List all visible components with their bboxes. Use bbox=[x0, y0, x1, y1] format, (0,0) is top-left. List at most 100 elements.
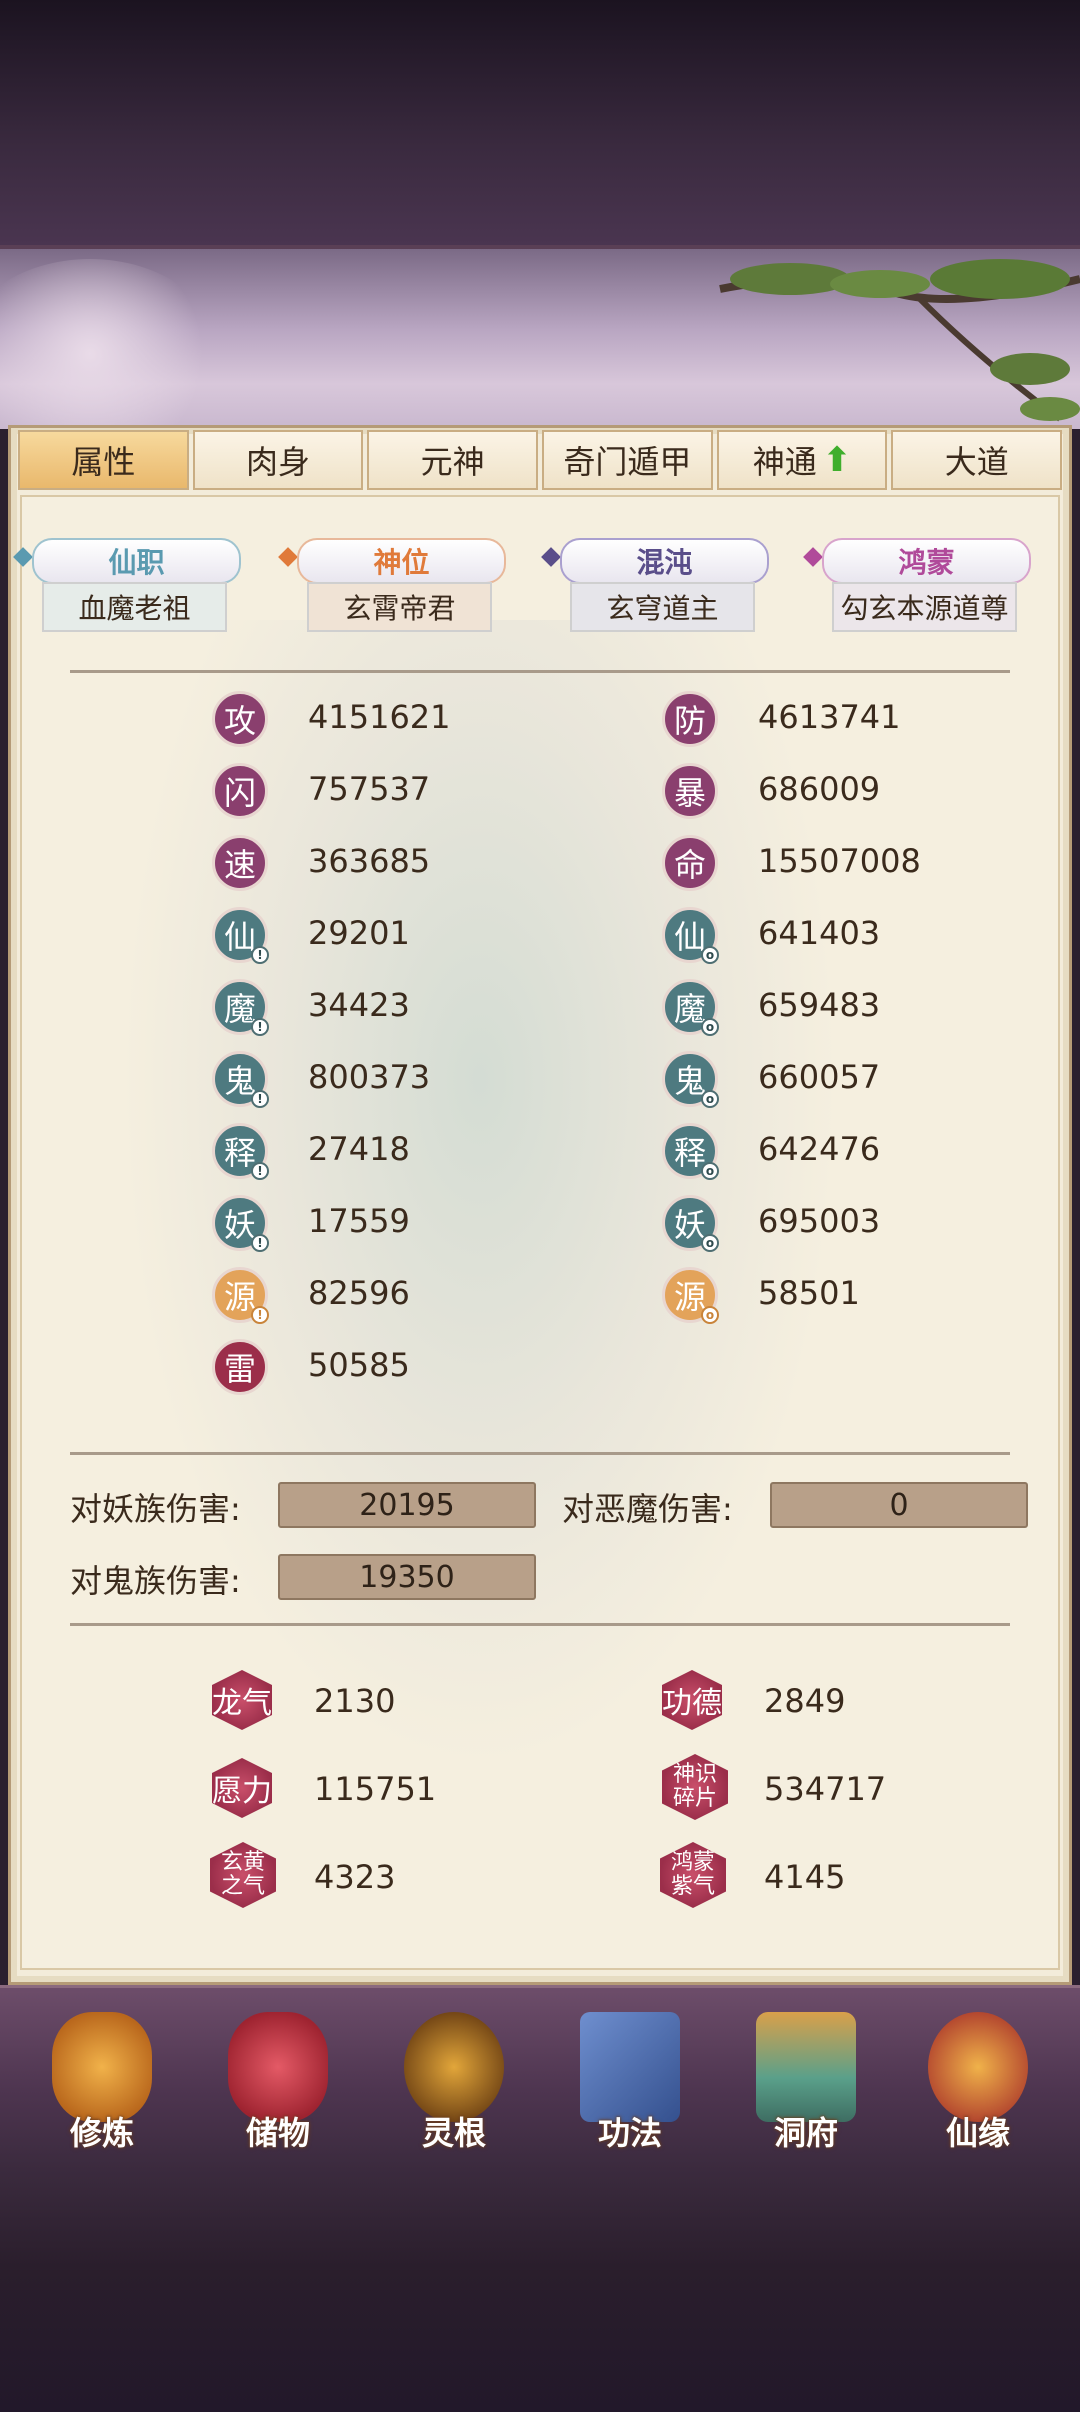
xuanhuang-qi-value: 4323 bbox=[314, 1858, 396, 1896]
attack-sub-icon: ! bbox=[251, 1234, 269, 1252]
speed-value: 363685 bbox=[308, 842, 431, 880]
defense-value: 4613741 bbox=[758, 698, 901, 736]
gui-damage-label: 对鬼族伤害: bbox=[70, 1562, 241, 1600]
defense-sub-icon: o bbox=[701, 1090, 719, 1108]
xian-defense-icon: 仙o bbox=[662, 907, 719, 964]
spirit-root-icon bbox=[404, 2012, 504, 2122]
speed-icon: 速 bbox=[212, 835, 268, 891]
gui-defense-value: 660057 bbox=[758, 1058, 881, 1096]
diamond-icon bbox=[803, 547, 823, 567]
defense-sub-icon: o bbox=[701, 946, 719, 964]
nav-technique[interactable]: 功法 bbox=[560, 2000, 700, 2165]
dodge-value: 757537 bbox=[308, 770, 431, 808]
thunder-icon: 雷 bbox=[212, 1339, 268, 1395]
attack-sub-icon: ! bbox=[251, 1090, 269, 1108]
rank-shenwei[interactable]: 神位 玄霄帝君 bbox=[278, 538, 519, 638]
rank-value: 勾玄本源道尊 bbox=[832, 582, 1017, 632]
nav-fate[interactable]: 仙缘 bbox=[908, 2000, 1048, 2165]
diamond-icon bbox=[278, 547, 298, 567]
mo-attack-value: 34423 bbox=[308, 986, 410, 1024]
moon-glow bbox=[0, 259, 220, 449]
book-icon bbox=[580, 2012, 680, 2122]
top-dark-area bbox=[0, 0, 1080, 245]
attack-sub-icon: ! bbox=[251, 1018, 269, 1036]
hp-value: 15507008 bbox=[758, 842, 921, 880]
tab-soul[interactable]: 元神 bbox=[367, 430, 539, 490]
yao-defense-value: 695003 bbox=[758, 1202, 881, 1240]
shi-defense-icon: 释o bbox=[662, 1123, 719, 1180]
yuan-defense-icon: 源o bbox=[662, 1267, 719, 1324]
gui-attack-icon: 鬼! bbox=[212, 1051, 269, 1108]
shi-attack-icon: 释! bbox=[212, 1123, 269, 1180]
tab-body[interactable]: 肉身 bbox=[192, 430, 364, 490]
xian-defense-value: 641403 bbox=[758, 914, 881, 952]
nav-spirit-root[interactable]: 灵根 bbox=[384, 2000, 524, 2165]
divider bbox=[70, 670, 1010, 673]
defense-sub-icon: o bbox=[701, 1234, 719, 1252]
hp-icon: 命 bbox=[662, 835, 718, 891]
gui-damage-value: 19350 bbox=[278, 1554, 536, 1600]
mo-defense-icon: 魔o bbox=[662, 979, 719, 1036]
pine-branch-icon bbox=[719, 259, 1080, 422]
gui-defense-icon: 鬼o bbox=[662, 1051, 719, 1108]
shi-attack-value: 27418 bbox=[308, 1130, 410, 1168]
tab-attributes[interactable]: 属性 bbox=[18, 430, 189, 490]
yao-attack-value: 17559 bbox=[308, 1202, 410, 1240]
xian-attack-icon: 仙! bbox=[212, 907, 269, 964]
rank-xianzhi[interactable]: 仙职 血魔老祖 bbox=[13, 538, 254, 638]
rank-value: 血魔老祖 bbox=[42, 582, 227, 632]
top-tab-bar: 属性 肉身 元神 奇门遁甲 神通 ⬆ 大道 bbox=[18, 430, 1063, 492]
nav-storage[interactable]: 储物 bbox=[208, 2000, 348, 2165]
diamond-icon bbox=[13, 547, 33, 567]
diamond-icon bbox=[541, 547, 561, 567]
yao-damage-value: 20195 bbox=[278, 1482, 536, 1528]
crit-value: 686009 bbox=[758, 770, 881, 808]
rank-title: 神位 bbox=[297, 538, 506, 584]
rank-value: 玄霄帝君 bbox=[307, 582, 492, 632]
wish-power-value: 115751 bbox=[314, 1770, 437, 1808]
tab-shentong[interactable]: 神通 ⬆ bbox=[716, 430, 888, 490]
dragon-qi-value: 2130 bbox=[314, 1682, 396, 1720]
rank-hongmeng[interactable]: 鸿蒙 勾玄本源道尊 bbox=[803, 538, 1044, 638]
rank-title: 混沌 bbox=[560, 538, 769, 584]
rank-title: 鸿蒙 bbox=[822, 538, 1031, 584]
tab-qimen[interactable]: 奇门遁甲 bbox=[542, 430, 713, 490]
rank-hundun[interactable]: 混沌 玄穹道主 bbox=[541, 538, 782, 638]
rank-tabs: 仙职 血魔老祖 神位 玄霄帝君 混沌 玄穹道主 鸿蒙 勾玄本源道尊 bbox=[13, 538, 1066, 638]
yuan-defense-value: 58501 bbox=[758, 1274, 860, 1312]
yao-damage-label: 对妖族伤害: bbox=[70, 1490, 241, 1528]
monk-icon bbox=[52, 2012, 152, 2122]
soul-fragment-value: 534717 bbox=[764, 1770, 887, 1808]
tab-dadao[interactable]: 大道 bbox=[891, 430, 1063, 490]
xian-attack-value: 29201 bbox=[308, 914, 410, 952]
divider bbox=[70, 1452, 1010, 1455]
crit-icon: 暴 bbox=[662, 763, 718, 819]
attack-icon: 攻 bbox=[212, 691, 268, 747]
defense-sub-icon: o bbox=[701, 1306, 719, 1324]
attack-sub-icon: ! bbox=[251, 1162, 269, 1180]
rank-value: 玄穹道主 bbox=[570, 582, 755, 632]
nav-cave[interactable]: 洞府 bbox=[736, 2000, 876, 2165]
defense-icon: 防 bbox=[662, 691, 718, 747]
gui-attack-value: 800373 bbox=[308, 1058, 431, 1096]
attack-sub-icon: ! bbox=[251, 946, 269, 964]
dodge-icon: 闪 bbox=[212, 763, 268, 819]
hongmeng-qi-value: 4145 bbox=[764, 1858, 846, 1896]
palace-icon bbox=[756, 2012, 856, 2122]
attack-sub-icon: ! bbox=[251, 1306, 269, 1324]
mo-attack-icon: 魔! bbox=[212, 979, 269, 1036]
divider bbox=[70, 1623, 1010, 1626]
merit-value: 2849 bbox=[764, 1682, 846, 1720]
green-up-arrow-icon: ⬆ bbox=[822, 440, 852, 480]
shi-defense-value: 642476 bbox=[758, 1130, 881, 1168]
thunder-value: 50585 bbox=[308, 1346, 410, 1384]
mo-defense-value: 659483 bbox=[758, 986, 881, 1024]
rank-title: 仙职 bbox=[32, 538, 241, 584]
yao-attack-icon: 妖! bbox=[212, 1195, 269, 1252]
defense-sub-icon: o bbox=[701, 1018, 719, 1036]
demon-damage-value: 0 bbox=[770, 1482, 1028, 1528]
demon-damage-label: 对恶魔伤害: bbox=[562, 1490, 733, 1528]
gourd-icon bbox=[928, 2012, 1028, 2122]
attack-value: 4151621 bbox=[308, 698, 451, 736]
nav-cultivate[interactable]: 修炼 bbox=[32, 2000, 172, 2165]
